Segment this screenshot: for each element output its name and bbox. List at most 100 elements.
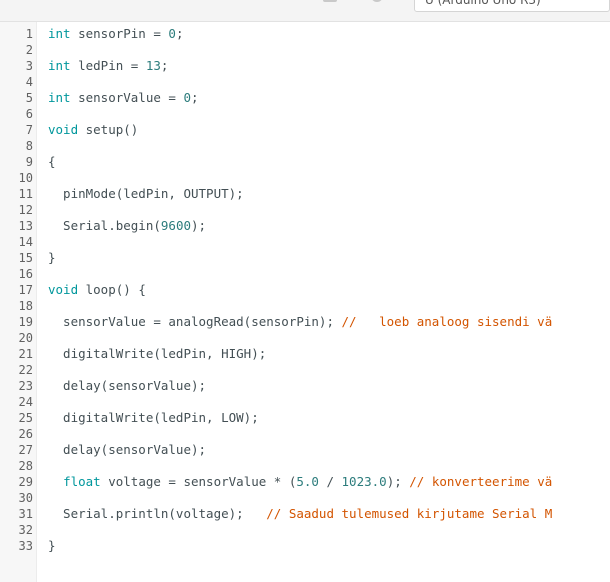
code-text: delay(sensorValue); [48, 378, 206, 394]
line-number: 6 [25, 107, 33, 121]
upload-icon[interactable] [371, 0, 383, 2]
code-number: 13 [145, 58, 161, 73]
line-number: 4 [25, 75, 33, 89]
code-line[interactable]: 17 void loop() { [0, 282, 610, 298]
board-select-dropdown[interactable]: U (Arduino Uno R3) [414, 0, 610, 12]
code-token: } [48, 250, 56, 265]
code-text: Serial.begin(9600); [48, 218, 206, 234]
code-keyword: void [48, 122, 79, 137]
line-number: 8 [25, 139, 33, 153]
code-line[interactable]: 25 digitalWrite(ledPin, LOW); [0, 410, 610, 426]
code-token: ); [191, 218, 207, 233]
code-number: 0 [183, 90, 191, 105]
line-number: 23 [18, 379, 33, 393]
code-token: digitalWrite(ledPin, LOW); [48, 410, 259, 425]
code-text: void setup() [48, 122, 138, 138]
line-number: 20 [18, 331, 33, 345]
line-number: 22 [18, 363, 33, 377]
line-number: 19 [18, 315, 33, 329]
code-line[interactable]: 14 [0, 234, 610, 250]
code-line[interactable]: 26 [0, 426, 610, 442]
code-line[interactable]: 19 sensorValue = analogRead(sensorPin); … [0, 314, 610, 330]
code-token: ; [175, 26, 184, 41]
line-number: 12 [18, 203, 33, 217]
line-number: 31 [18, 507, 33, 521]
code-token: sensorValue = analogRead(sensorPin); [48, 314, 342, 329]
code-text: digitalWrite(ledPin, HIGH); [48, 346, 266, 362]
code-line[interactable]: 10 [0, 170, 610, 186]
code-text: delay(sensorValue); [48, 442, 206, 458]
line-number: 11 [18, 187, 33, 201]
verify-icon[interactable] [323, 0, 337, 2]
code-number: 1023.0 [341, 474, 387, 489]
code-token: voltage = sensorValue * ( [100, 474, 297, 489]
code-line[interactable]: 6 [0, 106, 610, 122]
code-editor-window: U (Arduino Uno R3) 1 int sensorPin = 0; 2 3… [0, 0, 610, 582]
line-number: 2 [25, 43, 33, 57]
code-token: { [48, 154, 56, 169]
code-line[interactable]: 22 [0, 362, 610, 378]
code-editor[interactable]: 1 int sensorPin = 0; 2 3 int ledPin = 13; 4 5 i… [0, 22, 610, 582]
code-line[interactable]: 4 [0, 74, 610, 90]
line-number: 14 [18, 235, 33, 249]
code-line[interactable]: 8 [0, 138, 610, 154]
code-line[interactable]: 32 [0, 522, 610, 538]
code-line[interactable]: 29 float voltage = sensorValue * (5.0 / … [0, 474, 610, 490]
code-text: void loop() { [48, 282, 146, 298]
code-line[interactable]: 13 Serial.begin(9600); [0, 218, 610, 234]
code-token: loop() { [78, 282, 146, 297]
code-line[interactable]: 33} [0, 538, 610, 554]
line-number: 15 [18, 251, 33, 265]
code-line[interactable]: 9{ [0, 154, 610, 170]
code-token: pinMode(ledPin, OUTPUT); [48, 186, 244, 201]
code-token: ; [160, 58, 169, 73]
code-line[interactable]: 16 [0, 266, 610, 282]
code-line[interactable]: 18 [0, 298, 610, 314]
code-text: sensorValue = analogRead(sensorPin); // … [48, 314, 552, 330]
code-line[interactable]: 20 [0, 330, 610, 346]
line-number: 1 [25, 27, 33, 41]
code-token: sensorPin = [70, 26, 169, 41]
code-number: 5.0 [296, 474, 319, 489]
code-token: sensorValue = [70, 90, 184, 105]
code-line[interactable]: 7 void setup() [0, 122, 610, 138]
line-number: 29 [18, 475, 33, 489]
code-line[interactable]: 15} [0, 250, 610, 266]
code-line[interactable]: 21 digitalWrite(ledPin, HIGH); [0, 346, 610, 362]
code-line[interactable]: 3 int ledPin = 13; [0, 58, 610, 74]
code-number: 0 [168, 26, 176, 41]
code-token: Serial.begin( [48, 218, 161, 233]
line-number: 18 [18, 299, 33, 313]
line-number: 21 [18, 347, 33, 361]
line-number: 3 [25, 59, 33, 73]
code-line[interactable]: 1 int sensorPin = 0; [0, 26, 610, 42]
line-number: 7 [25, 123, 33, 137]
line-number: 27 [18, 443, 33, 457]
code-line[interactable]: 12 [0, 202, 610, 218]
code-token: } [48, 538, 56, 553]
code-text: float voltage = sensorValue * (5.0 / 102… [48, 474, 552, 490]
line-number: 25 [18, 411, 33, 425]
line-number: 24 [18, 395, 33, 409]
line-number: 32 [18, 523, 33, 537]
code-line[interactable]: 2 [0, 42, 610, 58]
code-line[interactable]: 23 delay(sensorValue); [0, 378, 610, 394]
code-keyword: float [63, 474, 101, 489]
code-line[interactable]: 11 pinMode(ledPin, OUTPUT); [0, 186, 610, 202]
line-number: 13 [18, 219, 33, 233]
code-text: int sensorValue = 0; [48, 90, 199, 106]
code-line[interactable]: 24 [0, 394, 610, 410]
code-text: } [48, 538, 56, 554]
line-number: 26 [18, 427, 33, 441]
code-token: digitalWrite(ledPin, HIGH); [48, 346, 267, 361]
code-line[interactable]: 28 [0, 458, 610, 474]
code-line[interactable]: 5 int sensorValue = 0; [0, 90, 610, 106]
code-line[interactable]: 30 [0, 490, 610, 506]
code-line[interactable]: 31 Serial.println(voltage); // Saadud tu… [0, 506, 610, 522]
code-line[interactable]: 27 delay(sensorValue); [0, 442, 610, 458]
editor-toolbar: U (Arduino Uno R3) [0, 0, 610, 22]
code-token: delay(sensorValue); [48, 378, 207, 393]
code-keyword: int [48, 26, 71, 41]
code-text: } [48, 250, 56, 266]
code-token: setup() [78, 122, 139, 137]
